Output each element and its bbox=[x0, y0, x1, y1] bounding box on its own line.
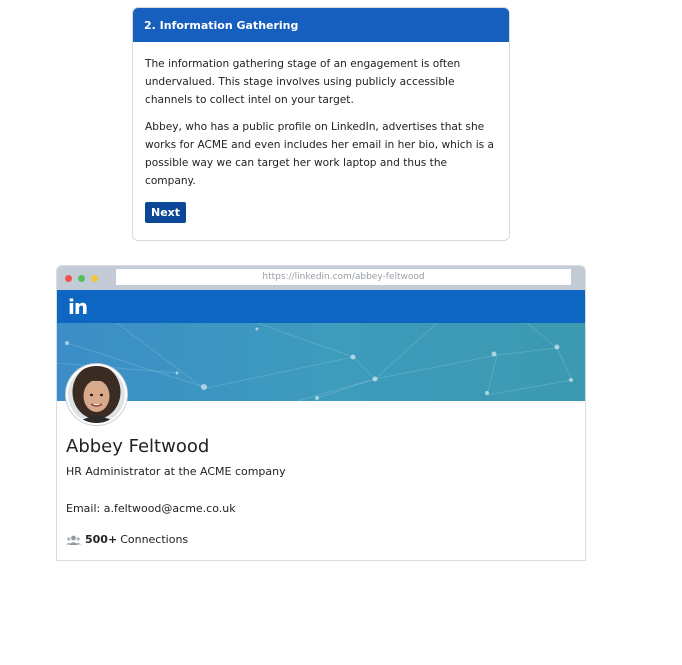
address-bar[interactable]: https://linkedin.com/abbey-feltwood bbox=[116, 269, 571, 285]
network-pattern-icon bbox=[57, 323, 573, 401]
maximize-window-dot-icon[interactable] bbox=[78, 275, 85, 282]
task-card: 2. Information Gathering The information… bbox=[132, 7, 510, 241]
profile-section: Abbey Feltwood HR Administrator at the A… bbox=[57, 401, 585, 560]
profile-name: Abbey Feltwood bbox=[66, 436, 210, 457]
linkedin-logo-icon[interactable]: in bbox=[68, 295, 88, 319]
profile-headline: HR Administrator at the ACME company bbox=[66, 465, 286, 478]
browser-toolbar: https://linkedin.com/abbey-feltwood bbox=[57, 266, 585, 290]
profile-banner bbox=[57, 323, 585, 401]
browser-window: https://linkedin.com/abbey-feltwood in A… bbox=[56, 265, 586, 561]
people-icon bbox=[66, 535, 81, 545]
task-title: 2. Information Gathering bbox=[133, 8, 509, 42]
task-paragraph-1: The information gathering stage of an en… bbox=[145, 58, 461, 106]
minimize-window-dot-icon[interactable] bbox=[91, 275, 98, 282]
task-body: The information gathering stage of an en… bbox=[133, 42, 509, 223]
linkedin-header: in bbox=[57, 290, 585, 323]
next-button[interactable]: Next bbox=[145, 202, 187, 223]
profile-connections[interactable]: 500+ Connections bbox=[66, 533, 188, 546]
connections-count: 500+ bbox=[85, 533, 118, 546]
profile-email: Email: a.feltwood@acme.co.uk bbox=[66, 502, 236, 515]
task-paragraph-2: Abbey, who has a public profile on Linke… bbox=[145, 121, 495, 187]
close-window-dot-icon[interactable] bbox=[65, 275, 72, 282]
connections-label: Connections bbox=[120, 533, 189, 546]
